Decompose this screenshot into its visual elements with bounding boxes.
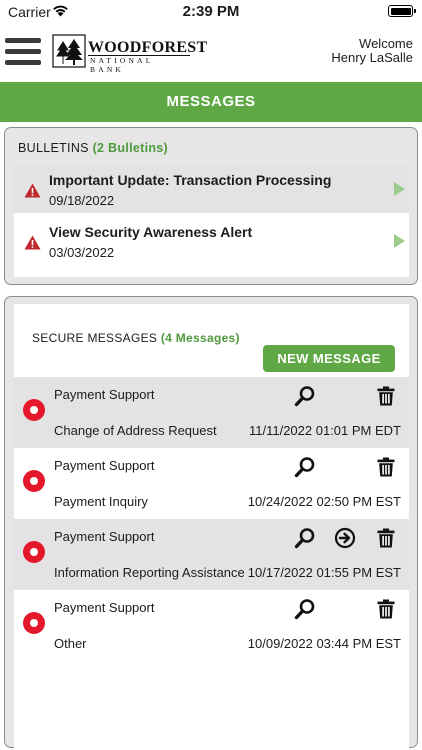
menu-icon[interactable] [5,38,41,66]
unread-dot-icon [23,612,45,634]
new-message-button[interactable]: NEW MESSAGE [263,345,395,372]
trash-icon[interactable] [375,598,397,620]
bulletins-list: Important Update: Transaction Processing… [14,165,409,277]
bulletins-heading: BULLETINS (2 Bulletins) [18,141,168,155]
search-icon[interactable] [294,385,316,407]
secure-messages-count: (4 Messages) [160,331,240,345]
secure-messages-panel: SECURE MESSAGES (4 Messages) NEW MESSAGE… [4,296,418,750]
message-date: 10/17/2022 01:55 PM EST [247,565,401,580]
unread-dot-icon [23,470,45,492]
trash-icon[interactable] [375,527,397,549]
chevron-right-icon[interactable] [394,182,405,196]
trash-icon[interactable] [375,456,397,478]
page-title: MESSAGES [0,82,422,122]
trash-icon[interactable] [375,385,397,407]
search-icon[interactable] [294,456,316,478]
unread-dot-icon [23,399,45,421]
message-subject: Change of Address Request [54,423,217,438]
message-row[interactable]: Payment Support Other 10/09/2022 03:44 P… [14,590,409,661]
message-date: 10/09/2022 03:44 PM EST [247,636,401,651]
message-sender: Payment Support [54,529,155,544]
user-name: Henry LaSalle [331,50,413,65]
bulletin-date: 03/03/2022 [49,245,115,260]
message-date: 10/24/2022 02:50 PM EST [247,494,401,509]
bulletin-headline: View Security Awareness Alert [49,224,253,240]
battery-icon [388,5,416,17]
bulletins-title: BULLETINS [18,141,89,155]
clock: 2:39 PM [182,3,240,20]
warning-icon [24,235,41,250]
message-date: 11/11/2022 01:01 PM EDT [248,423,401,438]
app-header: WOODFOREST NATIONAL BANK Welcome Henry L… [0,28,422,80]
welcome-text: Welcome Henry LaSalle [331,37,413,65]
bulletin-date: 09/18/2022 [49,193,115,208]
status-bar: Carrier 2:39 PM [0,0,422,24]
secure-messages-list: SECURE MESSAGES (4 Messages) NEW MESSAGE… [14,304,409,750]
bulletins-panel: BULLETINS (2 Bulletins) Important Update… [4,127,418,285]
tree-logo-icon [52,34,86,68]
logo-subtitle: NATIONAL BANK [90,56,154,74]
bulletin-headline: Important Update: Transaction Processing [49,172,332,188]
bulletin-item[interactable]: View Security Awareness Alert 03/03/2022 [14,217,409,265]
search-icon[interactable] [294,598,316,620]
message-sender: Payment Support [54,458,155,473]
welcome-greeting: Welcome [359,36,413,51]
bank-logo: WOODFOREST NATIONAL BANK [52,34,207,74]
message-row[interactable]: Payment Support Change of Address Reques… [14,377,409,448]
chevron-right-icon[interactable] [394,234,405,248]
bulletin-item[interactable]: Important Update: Transaction Processing… [14,165,409,213]
secure-messages-title: SECURE MESSAGES [32,331,158,345]
secure-messages-heading: SECURE MESSAGES (4 Messages) [32,331,240,345]
message-row[interactable]: Payment Support Information Reporting As… [14,519,409,590]
unread-dot-icon [23,541,45,563]
bulletins-count: (2 Bulletins) [92,141,168,155]
search-icon[interactable] [294,527,316,549]
message-sender: Payment Support [54,600,155,615]
message-subject: Other [54,636,87,651]
warning-icon [24,183,41,198]
message-subject: Information Reporting Assistance [54,565,245,580]
message-row[interactable]: Payment Support Payment Inquiry 10/24/20… [14,448,409,519]
message-sender: Payment Support [54,387,155,402]
message-subject: Payment Inquiry [54,494,148,509]
forward-icon[interactable] [334,527,356,549]
